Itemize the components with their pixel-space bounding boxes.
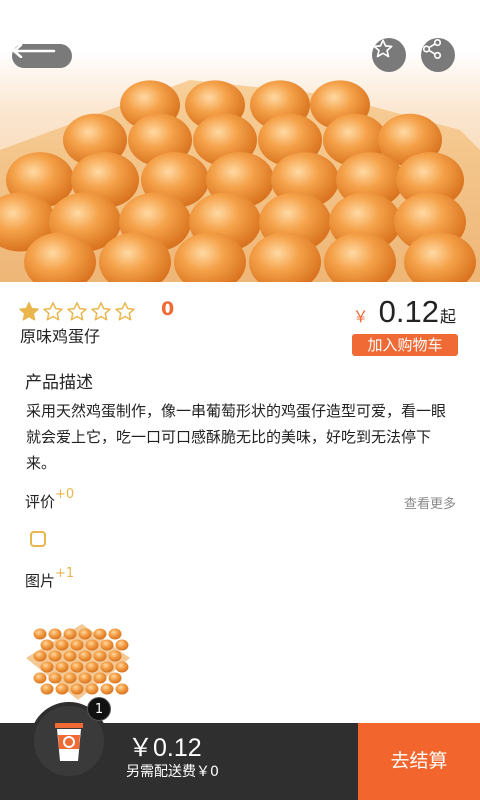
product-thumbnail[interactable] [22, 618, 134, 704]
pictures-label: 图片 [25, 572, 56, 590]
product-name: 原味鸡蛋仔 [20, 327, 101, 346]
coffee-cup-icon [55, 723, 83, 761]
star-empty-icon [115, 302, 135, 321]
review-checkbox[interactable] [30, 531, 46, 547]
reviews-label: 评价 [25, 493, 56, 511]
pictures-header: 图片+1 [25, 566, 74, 591]
star-outline-icon [373, 39, 393, 58]
price-suffix: 起 [439, 307, 456, 326]
description-text: 采用天然鸡蛋制作，像一串葡萄形状的鸡蛋仔造型可爱，看一眼就会爱上它，吃一口可口感… [26, 402, 447, 472]
checkout-button[interactable]: 去结算 [358, 723, 480, 800]
share-button[interactable] [421, 38, 455, 72]
pictures-count: +1 [55, 566, 75, 581]
currency-symbol: ￥ [352, 307, 369, 326]
back-arrow-icon [12, 44, 56, 58]
description-title: 产品描述 [25, 373, 93, 393]
egg-waffle-illustration [0, 80, 480, 282]
star-filled-icon [19, 302, 39, 321]
cart-total: ￥0.12 [128, 734, 202, 762]
price: ￥ 0.12 起 [353, 294, 456, 330]
share-icon [422, 39, 442, 59]
add-to-cart-button[interactable]: 加入购物车 [352, 334, 458, 356]
star-empty-icon [67, 302, 87, 321]
rating-stars [18, 301, 136, 323]
reviews-header: 评价+0 [25, 487, 74, 512]
see-more-link[interactable]: 查看更多 [404, 493, 456, 512]
star-empty-icon [43, 302, 63, 321]
star-empty-icon [91, 302, 111, 321]
rating-count: 0 [161, 298, 175, 320]
cart-count-badge: 1 [87, 697, 111, 721]
price-value: 0.12 [378, 294, 439, 329]
favorite-button[interactable] [372, 38, 406, 72]
delivery-fee: 另需配送费￥0 [126, 764, 219, 780]
reviews-count: +0 [55, 487, 75, 502]
back-button[interactable] [12, 44, 72, 68]
product-hero-image [0, 0, 480, 282]
